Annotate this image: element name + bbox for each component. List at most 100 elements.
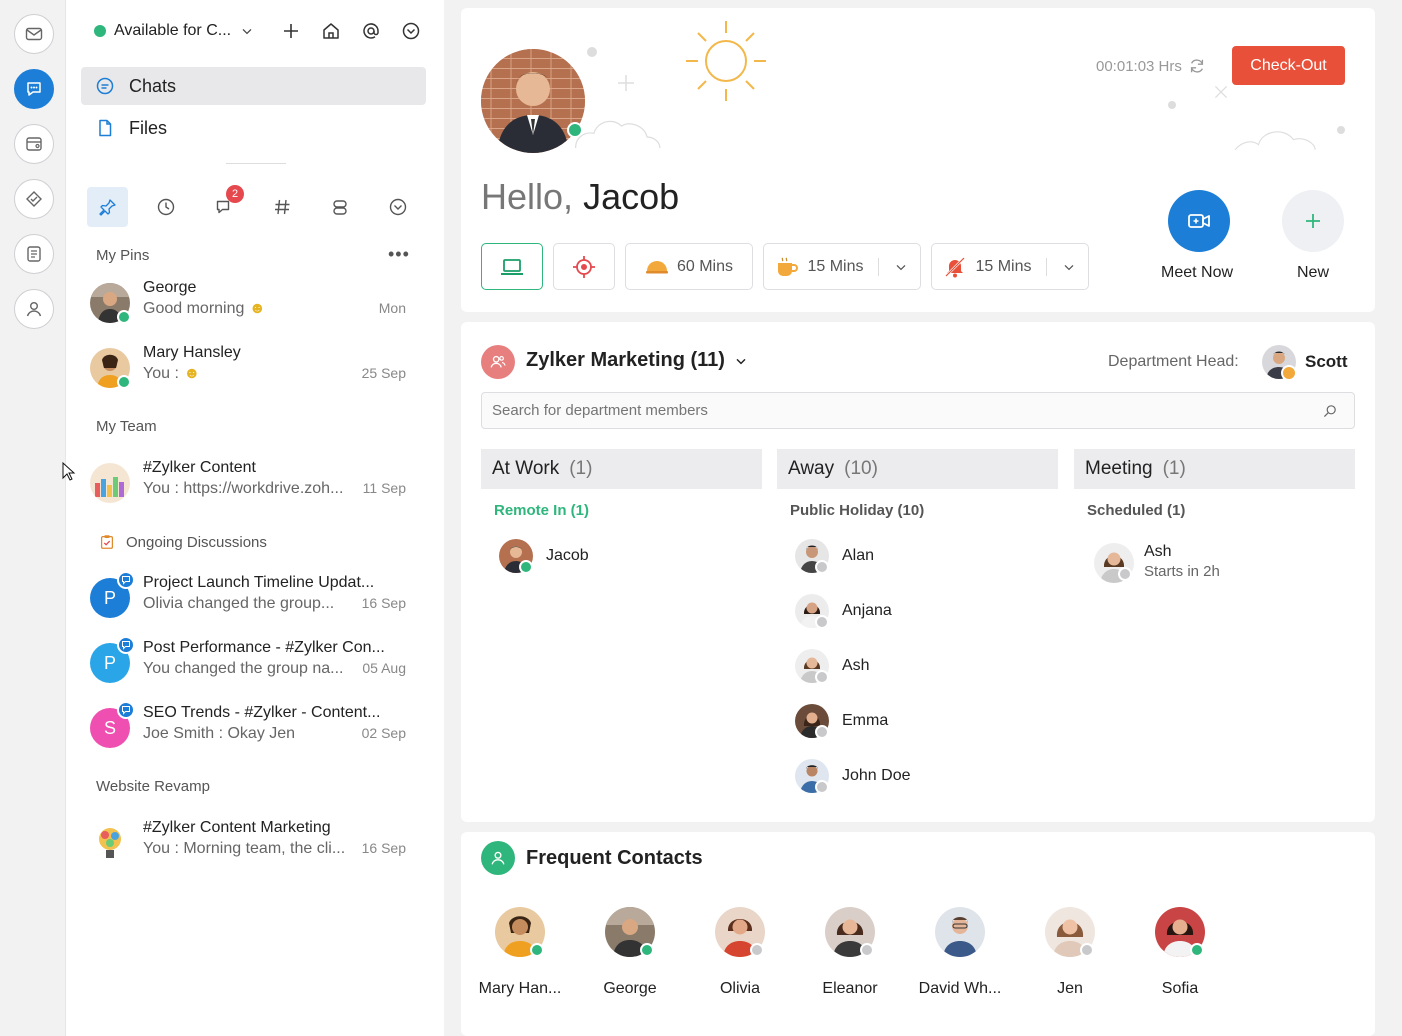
contact-george[interactable]: George bbox=[580, 907, 680, 998]
nav-files-label: Files bbox=[129, 117, 168, 138]
nav-files[interactable]: Files bbox=[81, 109, 426, 147]
chat-time: 02 Sep bbox=[361, 725, 406, 741]
hash-icon bbox=[274, 199, 289, 215]
department-search-input[interactable] bbox=[492, 402, 1292, 419]
chat-item-zylker-content-marketing[interactable]: #Zylker Content Marketing You : Morning … bbox=[90, 819, 410, 867]
nav-chats[interactable]: Chats bbox=[81, 67, 426, 105]
more-filter-tab[interactable] bbox=[377, 187, 418, 227]
contact-jen[interactable]: Jen bbox=[1020, 907, 1120, 998]
chat-title: Post Performance - #Zylker Con... bbox=[143, 639, 385, 656]
user-avatar[interactable] bbox=[481, 49, 585, 153]
presence-dot bbox=[1080, 943, 1094, 957]
meet-now-label: Meet Now bbox=[1161, 264, 1234, 281]
chat-item-post-performance[interactable]: P Post Performance - #Zylker Con... You … bbox=[90, 636, 410, 687]
department-search-field[interactable] bbox=[481, 392, 1355, 429]
plus-icon[interactable] bbox=[278, 18, 304, 44]
bots-filter-tab[interactable] bbox=[319, 187, 360, 227]
chat-title: #Zylker Content bbox=[143, 459, 256, 476]
unread-filter-tab[interactable]: 2 bbox=[203, 185, 244, 227]
dot-decoration bbox=[1168, 101, 1176, 109]
chat-item-zylker-content[interactable]: #Zylker Content You : https://workdrive.… bbox=[90, 459, 410, 507]
cliq-chat-icon[interactable] bbox=[14, 69, 54, 109]
presence-dot bbox=[1190, 943, 1204, 957]
discussion-icon bbox=[117, 636, 135, 654]
contact-mary-hansley[interactable]: Mary Han... bbox=[470, 907, 570, 998]
department-head-avatar[interactable] bbox=[1262, 345, 1296, 379]
bell-off-icon bbox=[945, 256, 966, 277]
presence-dot bbox=[567, 122, 583, 138]
refresh-icon[interactable] bbox=[1188, 57, 1206, 75]
status-label: Available for C... bbox=[114, 22, 232, 39]
chat-item-mary-hansley[interactable]: Mary Hansley You : ☻ 25 Sep bbox=[90, 344, 410, 392]
clock-icon bbox=[157, 198, 174, 216]
chat-preview: Good morning ☻ bbox=[143, 300, 266, 317]
section-ongoing-discussions: Ongoing Discussions bbox=[98, 533, 267, 551]
chat-preview: You changed the group na... bbox=[143, 660, 344, 677]
new-button[interactable] bbox=[1282, 190, 1344, 252]
contact-david[interactable]: David Wh... bbox=[910, 907, 1010, 998]
plus-icon bbox=[1306, 214, 1320, 228]
status-dot bbox=[94, 25, 106, 37]
location-target-icon bbox=[573, 255, 595, 278]
section-my-pins: My Pins bbox=[96, 247, 150, 264]
channels-filter-tab[interactable] bbox=[261, 187, 302, 227]
discussion-icon bbox=[117, 571, 135, 589]
search-icon[interactable] bbox=[1322, 403, 1338, 419]
contact-person-icon bbox=[481, 841, 515, 875]
notes-icon[interactable] bbox=[14, 234, 54, 274]
avatar bbox=[605, 907, 655, 957]
sun-icon bbox=[686, 21, 766, 101]
chat-preview: Olivia changed the group... bbox=[143, 595, 335, 612]
lunch-break-chip[interactable]: 60 Mins bbox=[625, 243, 753, 290]
pin-icon bbox=[98, 199, 116, 216]
profile-icon[interactable] bbox=[14, 289, 54, 329]
chat-preview: You : https://workdrive.zoh... bbox=[143, 480, 344, 497]
cloud-decoration bbox=[1234, 131, 1316, 151]
chevron-down-icon bbox=[242, 28, 252, 35]
clipboard-icon bbox=[100, 535, 114, 549]
sidebar-actions bbox=[278, 18, 424, 44]
avatar bbox=[715, 907, 765, 957]
avatar bbox=[495, 907, 545, 957]
contact-eleanor[interactable]: Eleanor bbox=[800, 907, 900, 998]
contact-name: Mary Han... bbox=[478, 980, 562, 997]
avatar bbox=[1045, 907, 1095, 957]
coffee-break-chip[interactable]: 15 Mins bbox=[763, 243, 921, 290]
home-icon[interactable] bbox=[318, 18, 344, 44]
app-rail bbox=[0, 0, 66, 1036]
new-label: New bbox=[1297, 264, 1330, 281]
chat-sidebar: Available for C... Chats Files 2 My Pins… bbox=[62, 0, 444, 1036]
contact-olivia[interactable]: Olivia bbox=[690, 907, 790, 998]
do-not-disturb-chip[interactable]: 15 Mins bbox=[931, 243, 1089, 290]
unread-badge: 2 bbox=[226, 185, 244, 203]
mail-icon[interactable] bbox=[14, 14, 54, 54]
emoji-icon: ☻ bbox=[183, 365, 201, 382]
divider bbox=[226, 163, 286, 164]
mouse-cursor-icon bbox=[62, 462, 76, 481]
workdrive-icon[interactable] bbox=[14, 124, 54, 164]
chevron-down-icon[interactable] bbox=[893, 259, 909, 275]
department-selector[interactable]: Zylker Marketing (11) bbox=[526, 349, 749, 372]
presence-dot bbox=[117, 310, 131, 324]
circle-chevron-icon[interactable] bbox=[398, 18, 424, 44]
contact-sofia[interactable]: Sofia bbox=[1130, 907, 1230, 998]
work-mode-remote-chip[interactable] bbox=[553, 243, 615, 290]
presence-dot bbox=[117, 375, 131, 389]
chat-item-seo-trends[interactable]: S SEO Trends - #Zylker - Content... Joe … bbox=[90, 701, 410, 752]
contact-name: Eleanor bbox=[822, 980, 878, 997]
chevron-down-icon[interactable] bbox=[1061, 259, 1077, 275]
chat-item-project-launch[interactable]: P Project Launch Timeline Updat... Olivi… bbox=[90, 571, 410, 622]
mention-icon[interactable] bbox=[358, 18, 384, 44]
recent-filter-tab[interactable] bbox=[145, 187, 186, 227]
work-mode-office-chip[interactable] bbox=[481, 243, 543, 290]
pin-filter-tab[interactable] bbox=[87, 187, 128, 227]
status-selector[interactable]: Available for C... bbox=[94, 20, 255, 42]
contact-name: Olivia bbox=[719, 980, 760, 997]
checkout-button[interactable]: Check-Out bbox=[1232, 46, 1345, 85]
more-options-icon[interactable]: ••• bbox=[388, 244, 410, 265]
chat-item-george[interactable]: George Good morning ☻ Mon bbox=[90, 279, 410, 327]
cloud-decoration bbox=[574, 120, 661, 149]
meet-now-button[interactable] bbox=[1168, 190, 1230, 252]
tasks-icon[interactable] bbox=[14, 179, 54, 219]
greeting: Hello, Jacob bbox=[481, 176, 680, 217]
